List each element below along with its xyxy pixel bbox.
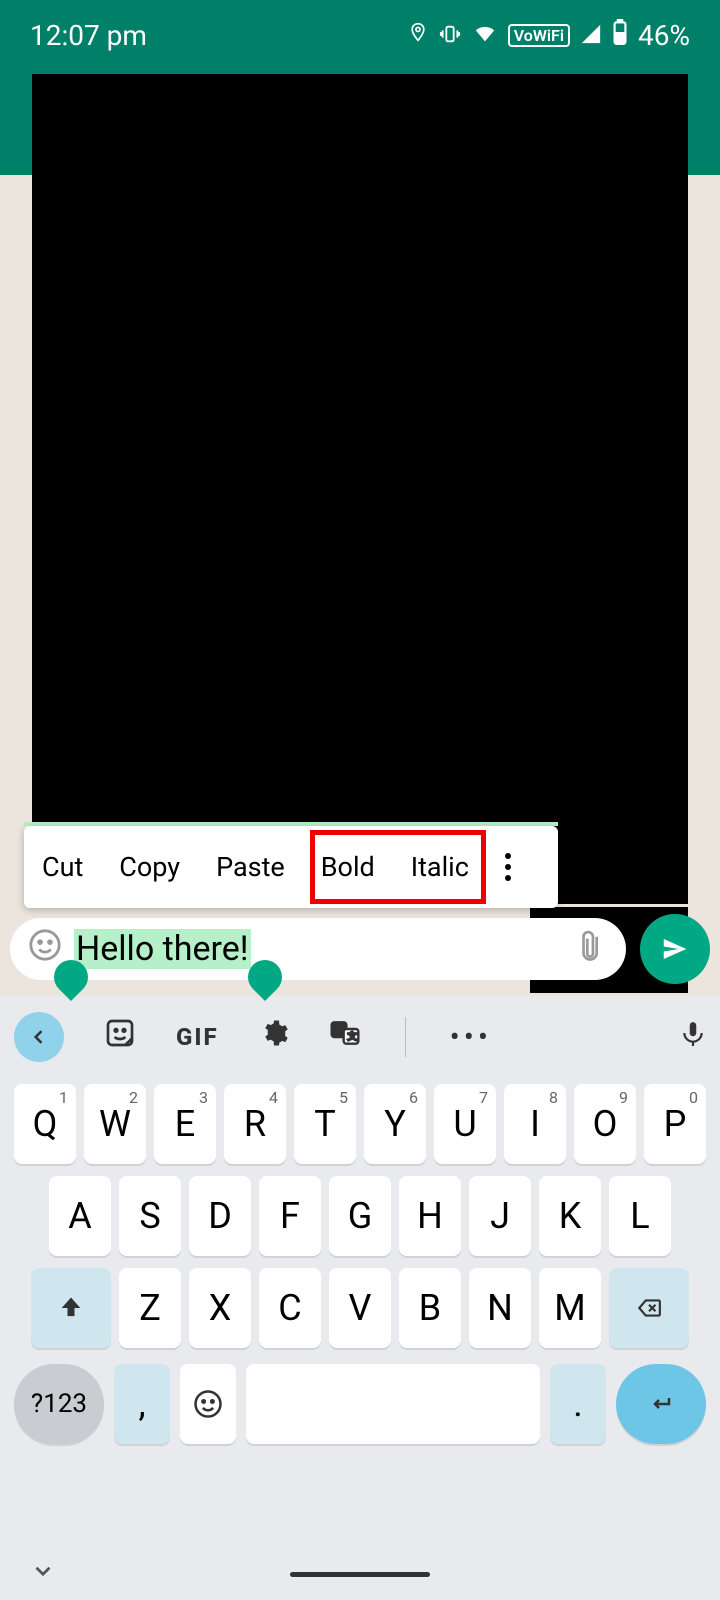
key-h[interactable]: H: [399, 1176, 461, 1256]
status-right: VoWiFi 46%: [408, 19, 690, 52]
key-d[interactable]: D: [189, 1176, 251, 1256]
key-o[interactable]: O9: [574, 1084, 636, 1164]
key-c[interactable]: C: [259, 1268, 321, 1348]
key-n[interactable]: N: [469, 1268, 531, 1348]
key-r[interactable]: R4: [224, 1084, 286, 1164]
backspace-key[interactable]: [609, 1268, 689, 1348]
battery-icon: [612, 19, 628, 52]
key-j[interactable]: J: [469, 1176, 531, 1256]
copy-button[interactable]: Copy: [101, 851, 198, 883]
key-f[interactable]: F: [259, 1176, 321, 1256]
key-m[interactable]: M: [539, 1268, 601, 1348]
key-i[interactable]: I8: [504, 1084, 566, 1164]
key-v[interactable]: V: [329, 1268, 391, 1348]
on-screen-keyboard: GIF G文 ••• Q1W2E3R4T5Y6U7I8O9P0 ASDFGHJK…: [0, 996, 720, 1600]
key-t[interactable]: T5: [294, 1084, 356, 1164]
mic-icon[interactable]: [680, 1017, 706, 1057]
key-a[interactable]: A: [49, 1176, 111, 1256]
key-q[interactable]: Q1: [14, 1084, 76, 1164]
key-row-1: Q1W2E3R4T5Y6U7I8O9P0: [0, 1078, 720, 1170]
period-key[interactable]: .: [550, 1364, 606, 1444]
key-x[interactable]: X: [189, 1268, 251, 1348]
collapse-keyboard-button[interactable]: [14, 1012, 64, 1062]
key-u[interactable]: U7: [434, 1084, 496, 1164]
gif-button[interactable]: GIF: [176, 1023, 219, 1051]
svg-text:G: G: [335, 1025, 341, 1036]
italic-button[interactable]: Italic: [393, 851, 487, 883]
key-z[interactable]: Z: [119, 1268, 181, 1348]
status-bar: 12:07 pm VoWiFi 46%: [0, 0, 720, 70]
emoji-key[interactable]: [180, 1364, 236, 1444]
key-e[interactable]: E3: [154, 1084, 216, 1164]
key-b[interactable]: B: [399, 1268, 461, 1348]
vibrate-icon: [438, 19, 462, 52]
shift-key[interactable]: [31, 1268, 111, 1348]
keyboard-toolbar: GIF G文 •••: [0, 996, 720, 1078]
signal-icon: [580, 19, 602, 52]
space-key[interactable]: [246, 1364, 540, 1444]
more-icon[interactable]: •••: [450, 1020, 492, 1055]
key-l[interactable]: L: [609, 1176, 671, 1256]
separator: [405, 1017, 406, 1057]
svg-text:文: 文: [347, 1031, 356, 1043]
location-icon: [408, 19, 428, 52]
numeric-key[interactable]: ?123: [14, 1364, 104, 1444]
nav-bar: [0, 1548, 720, 1600]
emoji-icon[interactable]: [28, 928, 62, 971]
key-g[interactable]: G: [329, 1176, 391, 1256]
cut-button[interactable]: Cut: [24, 851, 101, 883]
message-input-bar: Hello there!: [10, 914, 710, 984]
key-row-4: ?123 , .: [0, 1354, 720, 1454]
key-y[interactable]: Y6: [364, 1084, 426, 1164]
translate-icon[interactable]: G文: [329, 1017, 361, 1057]
message-text-selected[interactable]: Hello there!: [74, 929, 251, 969]
key-s[interactable]: S: [119, 1176, 181, 1256]
message-input-box[interactable]: Hello there!: [10, 918, 626, 980]
status-time: 12:07 pm: [30, 19, 147, 52]
battery-percent: 46%: [638, 19, 690, 52]
key-row-3: ZXCVBNM: [0, 1262, 720, 1354]
paste-button[interactable]: Paste: [198, 851, 303, 883]
redacted-block: [32, 74, 688, 904]
nav-pill[interactable]: [290, 1572, 430, 1577]
key-p[interactable]: P0: [644, 1084, 706, 1164]
nav-collapse-icon[interactable]: [30, 1557, 56, 1592]
bold-button[interactable]: Bold: [303, 851, 393, 883]
comma-key[interactable]: ,: [114, 1364, 170, 1444]
settings-icon[interactable]: [259, 1018, 289, 1056]
attach-icon[interactable]: [567, 924, 618, 975]
key-k[interactable]: K: [539, 1176, 601, 1256]
sticker-icon[interactable]: [104, 1017, 136, 1057]
enter-key[interactable]: [616, 1364, 706, 1444]
wifi-icon: [472, 19, 498, 52]
more-options-button[interactable]: [487, 853, 529, 881]
key-w[interactable]: W2: [84, 1084, 146, 1164]
send-button[interactable]: [640, 914, 710, 984]
key-row-2: ASDFGHJKL: [0, 1170, 720, 1262]
vowifi-badge: VoWiFi: [508, 24, 570, 47]
text-context-menu: Cut Copy Paste Bold Italic: [24, 826, 558, 908]
